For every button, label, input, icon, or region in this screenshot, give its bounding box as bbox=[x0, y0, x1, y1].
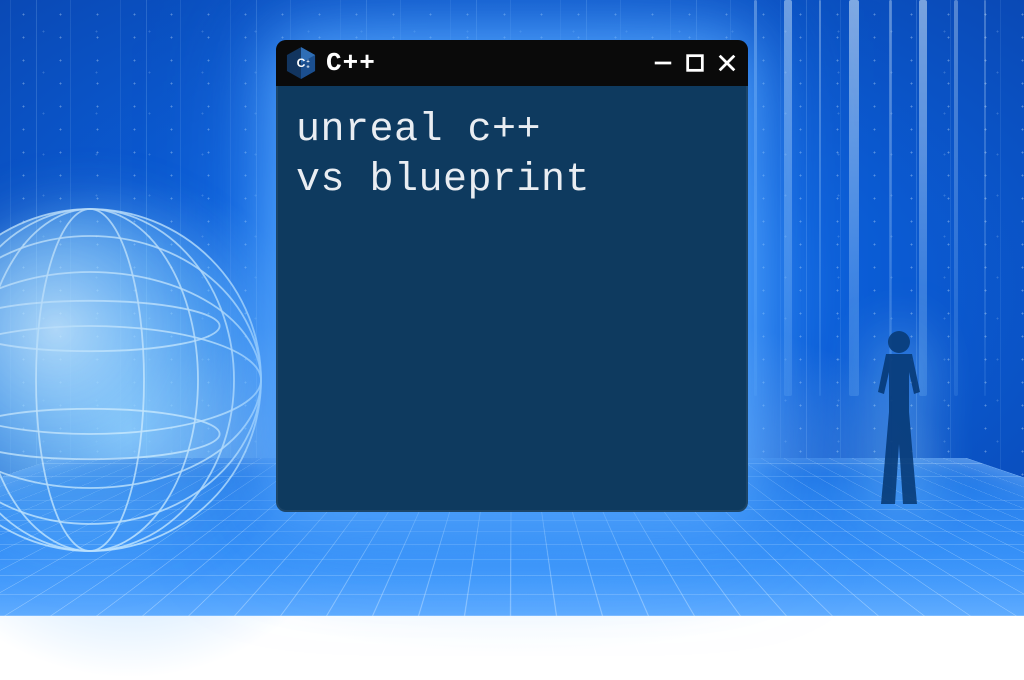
window-controls bbox=[652, 52, 738, 74]
headline-text: unreal c++ vs blueprint bbox=[296, 106, 728, 206]
terminal-window: C + + C++ unreal c++ vs blueprint bbox=[276, 40, 748, 512]
minimize-button[interactable] bbox=[652, 52, 674, 74]
cpp-icon: C + + bbox=[286, 46, 316, 80]
window-content: unreal c++ vs blueprint bbox=[276, 86, 748, 226]
svg-text:C: C bbox=[297, 57, 306, 71]
maximize-button[interactable] bbox=[684, 52, 706, 74]
globe-wireframe bbox=[0, 200, 270, 560]
window-title: C++ bbox=[326, 48, 376, 78]
close-button[interactable] bbox=[716, 52, 738, 74]
titlebar[interactable]: C + + C++ bbox=[276, 40, 748, 86]
man-silhouette bbox=[864, 326, 934, 506]
